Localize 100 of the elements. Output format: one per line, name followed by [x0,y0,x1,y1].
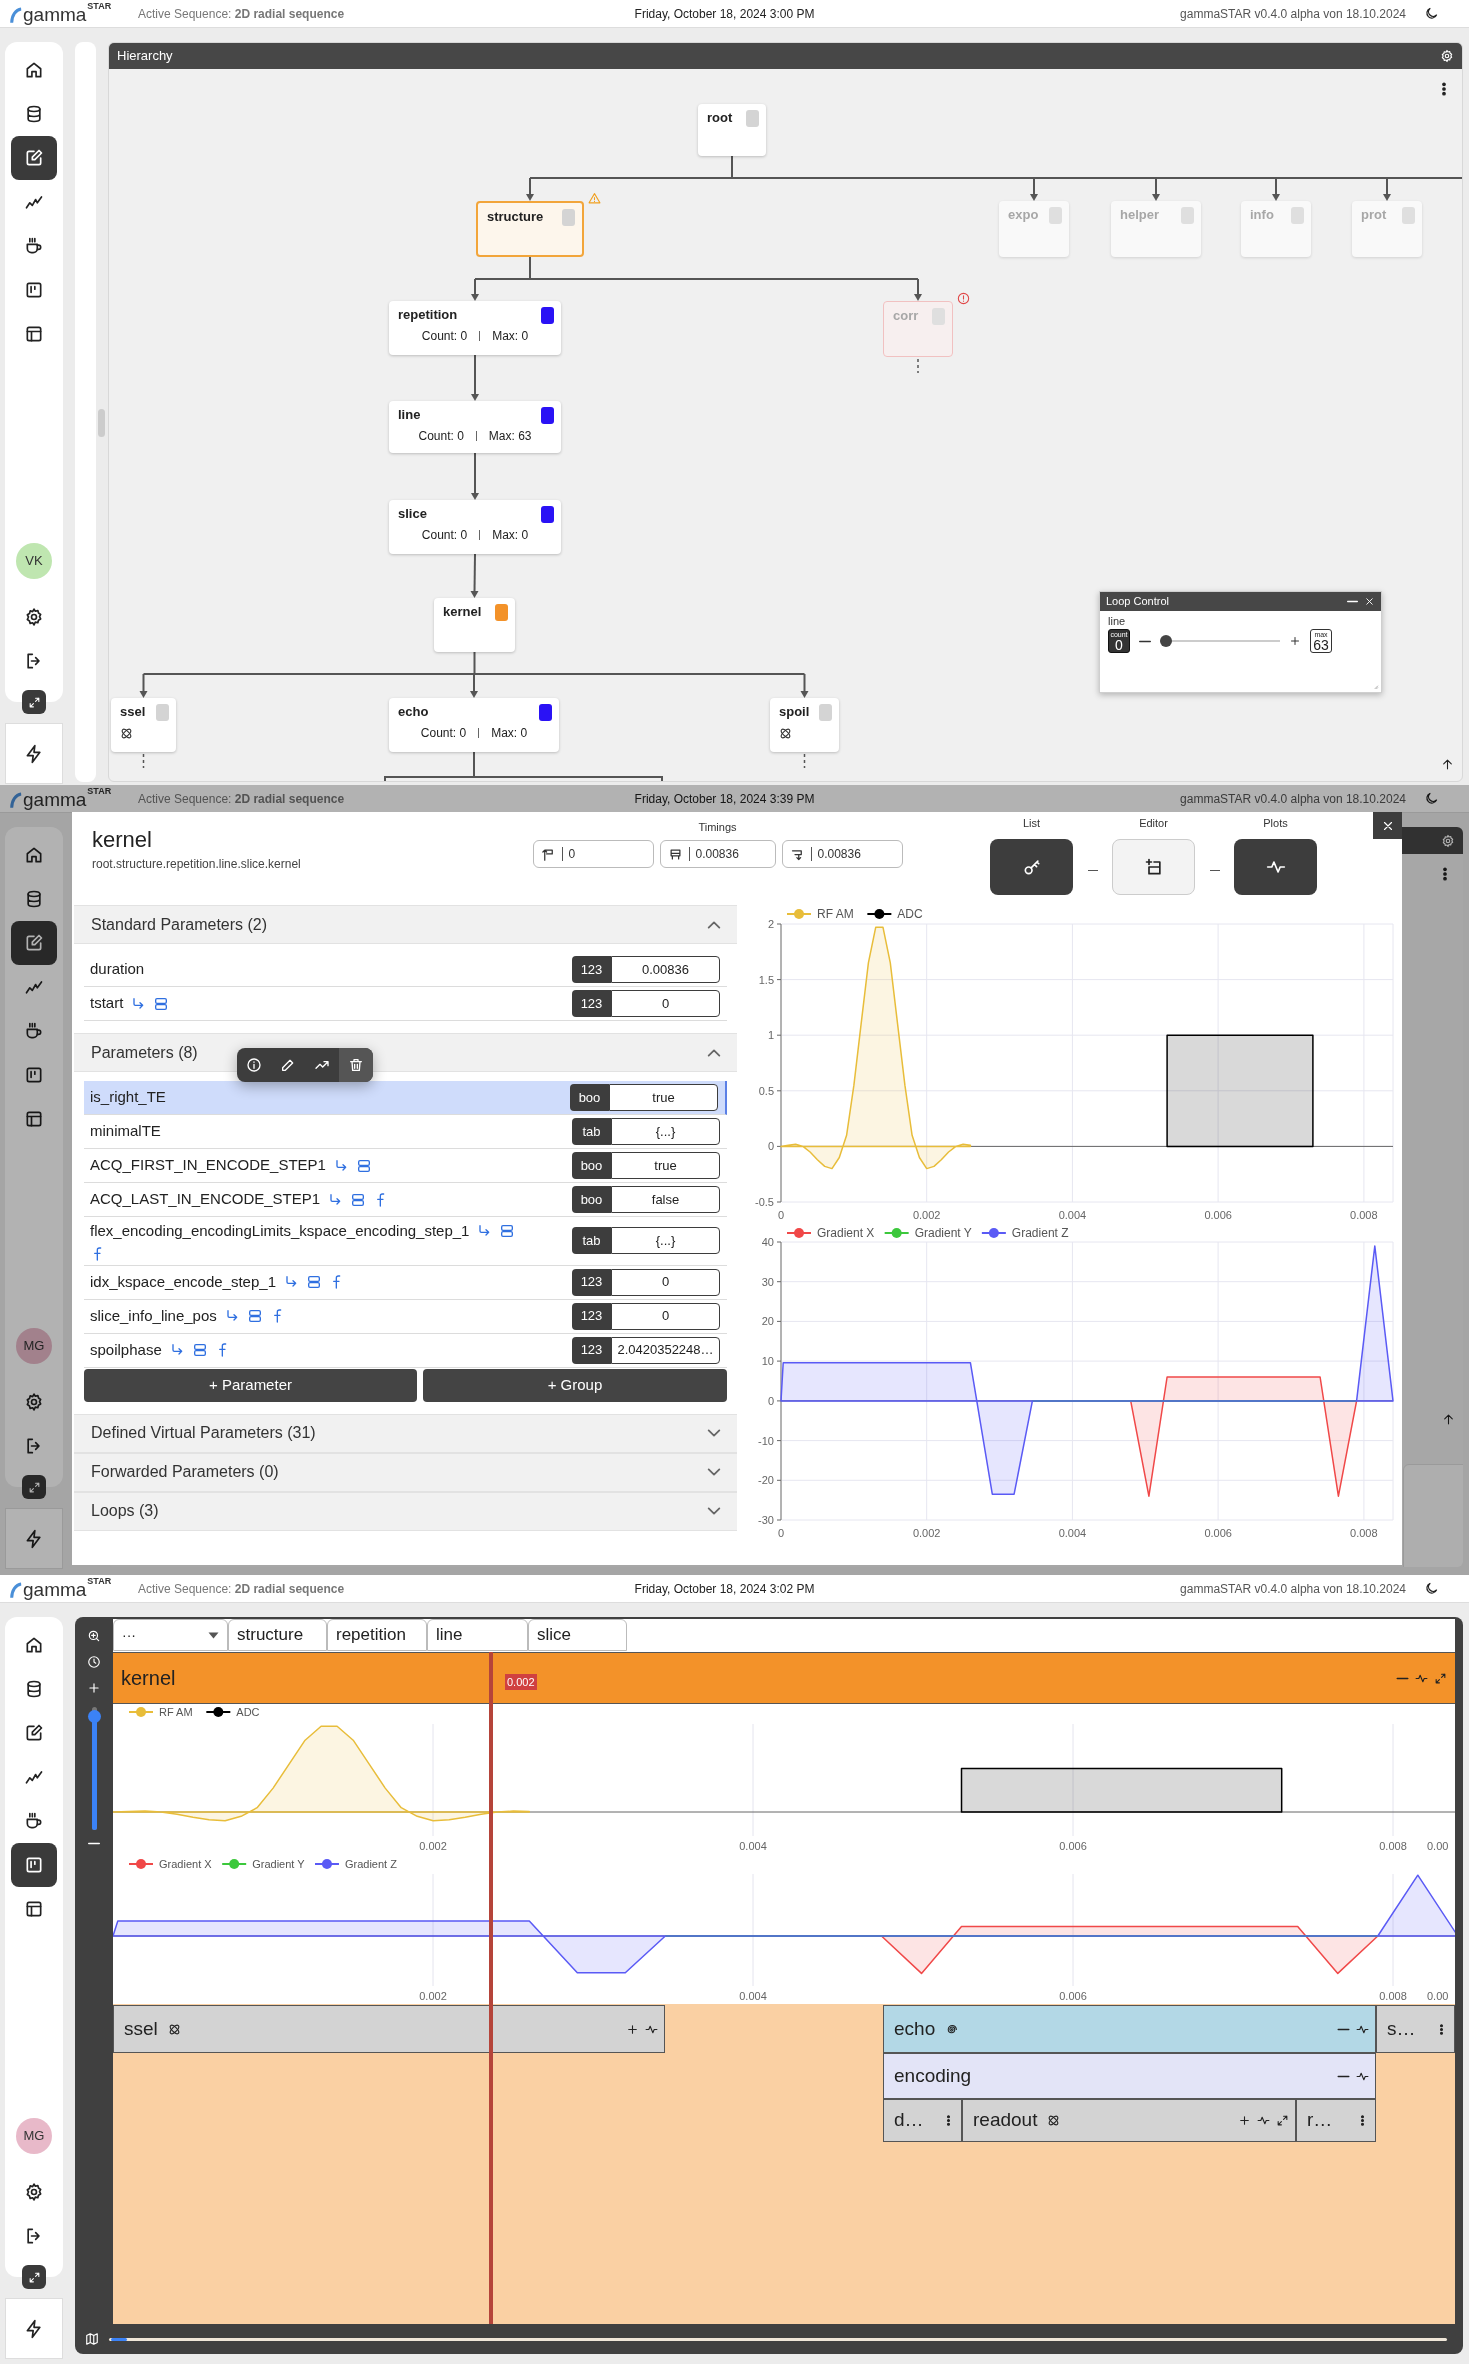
tree-node[interactable]: slice Count: 0 Max: 0 [389,500,561,554]
legend-label: Gradient Z [1011,1226,1069,1240]
parameter-row[interactable]: ACQ_FIRST_IN_ENCODE_STEP1 boo true [84,1149,727,1183]
timeline-block[interactable]: encoding [883,2053,1376,2099]
tree-node[interactable]: line Count: 0 Max: 63 [389,401,561,453]
tick-label: 0.006 [1204,1209,1232,1221]
tick-label: -10 [758,1434,774,1447]
node-label: corr [893,308,919,324]
parameter-row[interactable]: duration 123 0.00836 [84,953,727,987]
tree-node[interactable]: structure [476,201,584,257]
user-avatar[interactable]: VK [16,543,52,579]
parameter-row[interactable]: ACQ_LAST_IN_ENCODE_STEP1 boo false [84,1183,727,1217]
timeline-block[interactable]: ssel [113,2005,665,2053]
parameter-row[interactable]: tstart 123 0 [84,987,727,1021]
value-field[interactable]: 0.00836 [611,956,720,983]
tick-label: 1 [767,1029,774,1042]
tick-label: 0.002 [419,1990,447,2002]
type-badge: tab [572,1227,611,1255]
value-field[interactable]: 0 [611,1302,720,1330]
legend-label: ADC [236,1706,260,1718]
timing-field[interactable]: 0.00836 [659,840,776,868]
breadcrumb-tab[interactable]: structure [228,1619,327,1651]
count-value: 0 [1115,637,1123,652]
type-badge: 123 [572,956,611,983]
tick-label: 10 [761,1355,774,1368]
version-label: gammaSTAR v0.4.0 alpha von 18.10.2024 [1180,1580,1406,1598]
tree-node[interactable]: kernel [434,598,515,652]
user-avatar[interactable]: MG [16,2118,52,2154]
timeline-block[interactable]: readout [962,2099,1296,2142]
parameter-row[interactable]: is_right_TE boo true [84,1081,727,1115]
tick-label: 0.006 [1059,1990,1087,2002]
timeline-block[interactable]: r… [1296,2099,1376,2142]
block-label: readout [973,2108,1038,2133]
logo-text: gamma [23,4,87,25]
node-label: echo [398,704,429,720]
version-label: gammaSTAR v0.4.0 alpha von 18.10.2024 [1180,5,1406,23]
tick-label: 0.008 [1379,1990,1407,2002]
tick-label: 40 [761,1236,774,1248]
value-field[interactable]: true [611,1152,720,1179]
tick-label: 0 [767,1140,774,1153]
node-label: info [1250,207,1274,223]
type-badge: boo [572,1186,611,1213]
parameter-name: spoilphase [90,1339,162,1360]
tree-node[interactable]: ssel [111,698,176,752]
block-label: s… [1387,2016,1416,2041]
logo-superscript: STAR [87,1575,112,1586]
dialog-title: kernel [92,826,153,854]
node-label: slice [398,506,427,522]
tick-label: -30 [758,1514,774,1526]
value-field[interactable]: 2.0420352248… [611,1336,720,1364]
parameter-name: is_right_TE [90,1087,166,1108]
user-avatar[interactable]: MG [16,1328,52,1364]
section-header[interactable]: Forwarded Parameters (0) [74,1452,737,1492]
timeline-block[interactable]: echo [883,2005,1376,2053]
node-label: prot [1361,207,1387,223]
value-field[interactable]: 0 [611,1268,720,1296]
tree-node[interactable]: echo Count: 0 Max: 0 [389,698,559,752]
parameter-name: idx_kspace_encode_step_1 [90,1271,276,1292]
panel-title: Hierarchy [117,47,173,66]
timeline-block[interactable]: d… [883,2099,962,2142]
parameter-row[interactable]: minimalTE tab {...} [84,1115,727,1149]
tick-label: 0.004 [1058,1209,1087,1221]
value-field[interactable]: false [611,1186,720,1213]
tick-label: 0.006 [1059,1840,1087,1852]
value-field[interactable]: 0 [611,990,720,1017]
node-label: kernel [443,604,482,620]
tree-node[interactable]: repetition Count: 0 Max: 0 [389,301,561,355]
value-field[interactable]: true [609,1084,718,1111]
add-group-button[interactable]: + Group [423,1368,727,1402]
loop-name: line [1108,615,1127,628]
tree-node[interactable]: root [698,104,766,156]
section-header[interactable]: Standard Parameters (2) [74,905,737,944]
logo-text: gamma [23,1579,87,1600]
breadcrumb-tab[interactable]: slice [528,1619,627,1651]
block-label: encoding [894,2063,972,2088]
tree-node[interactable]: spoil [770,698,839,752]
tick-label: 1.5 [758,973,774,986]
node-label: line [398,407,421,423]
version-label: gammaSTAR v0.4.0 alpha von 18.10.2024 [1180,790,1406,808]
breadcrumb-tab[interactable]: repetition [327,1619,427,1651]
toggle-label: Plots [1263,816,1288,830]
timing-field[interactable]: 0 [532,840,654,868]
breadcrumb-tab[interactable]: line [427,1619,528,1651]
tick-label: 0.004 [739,1840,767,1852]
timeline-block[interactable]: s… [1376,2005,1455,2053]
tick-label: 20 [761,1315,774,1328]
breadcrumb-dropdown[interactable]: ··· [113,1619,228,1651]
type-badge: boo [572,1152,611,1179]
legend-label: Gradient Z [344,1858,397,1870]
value-field[interactable]: {...} [611,1227,720,1255]
section-header[interactable]: Defined Virtual Parameters (31) [74,1413,737,1453]
section-header[interactable]: Loops (3) [74,1491,737,1531]
value-field[interactable]: {...} [611,1118,720,1145]
count-label: Count: 0 [421,527,468,544]
max-label: Max: 0 [492,328,529,345]
parameter-name: flex_encoding_encodingLimits_kspace_encoding_step_1 [90,1221,470,1241]
timing-field[interactable]: 0.00836 [781,840,903,868]
add-parameter-button[interactable]: + Parameter [84,1368,417,1402]
tick-label: 0.008 [1379,1840,1407,1852]
active-sequence: Active Sequence: 2D radial sequence [138,5,345,23]
